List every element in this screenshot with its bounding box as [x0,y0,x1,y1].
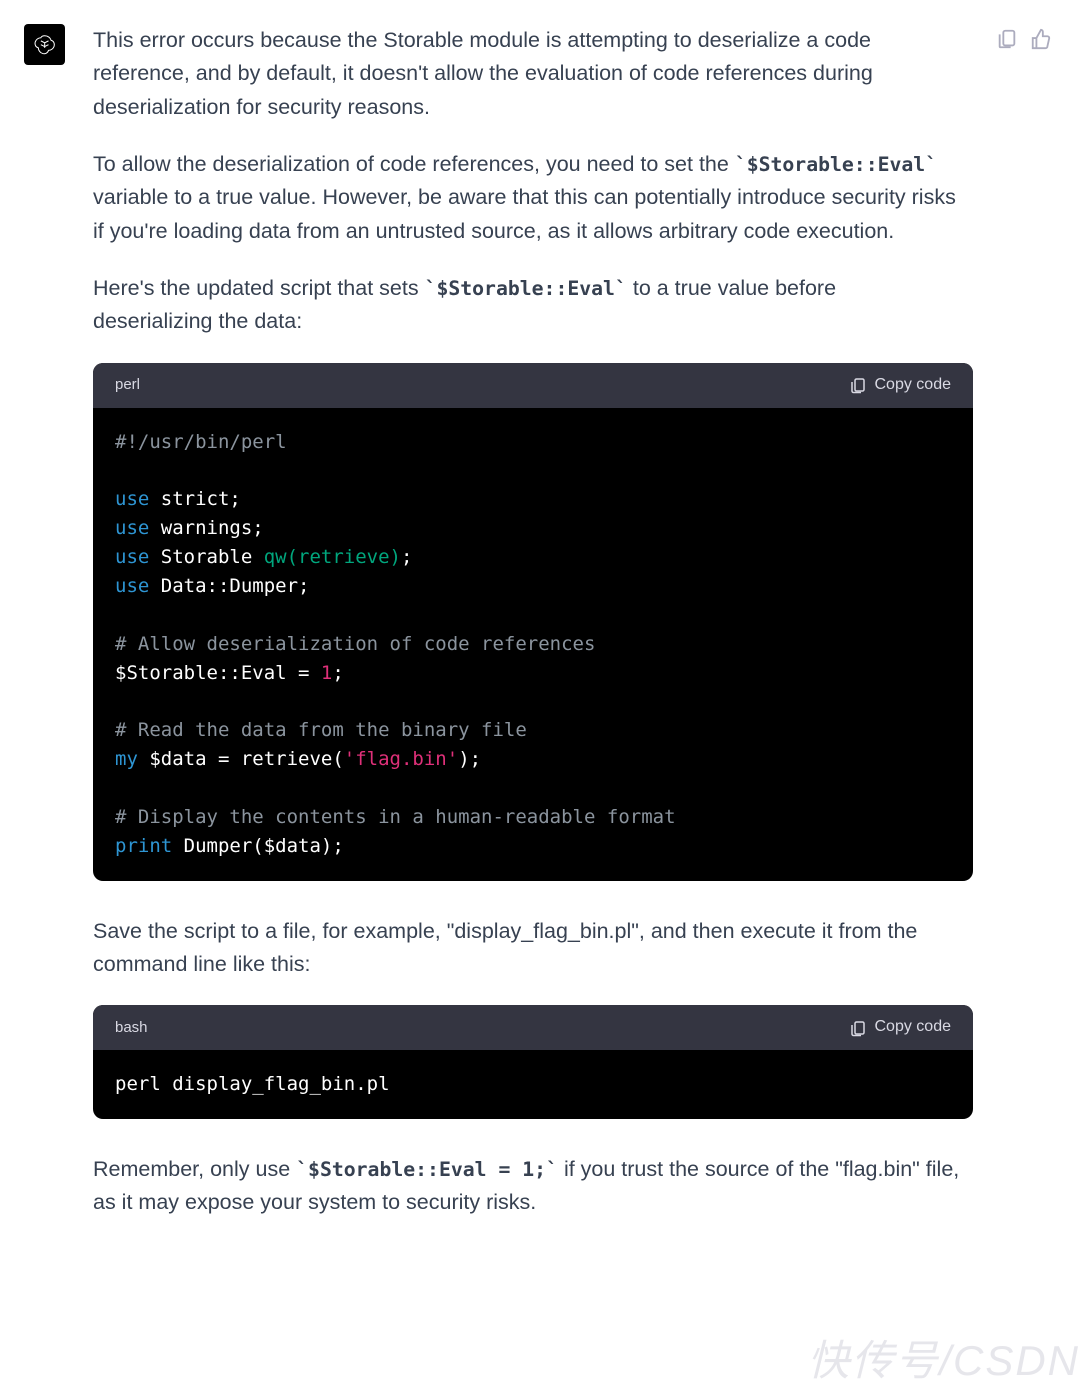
message-actions [996,28,1052,50]
watermark: 快传号/CSDN [807,1327,1080,1388]
copy-code-button[interactable]: Copy code [849,373,952,398]
clipboard-icon [849,376,867,394]
text-run: variable to a true value. However, be aw… [93,185,956,242]
paragraph: Save the script to a file, for example, … [93,915,960,982]
text-run: Remember, only use [93,1157,296,1181]
copy-code-label: Copy code [875,373,952,398]
text-run: To allow the deserialization of code ref… [93,152,735,176]
paragraph: To allow the deserialization of code ref… [93,148,960,248]
assistant-avatar [24,24,65,65]
code-block-perl: perl Copy code #!/usr/bin/perl use stric… [93,363,973,881]
paragraph: Here's the updated script that sets `$St… [93,272,960,339]
inline-code: `$Storable::Eval` [425,277,627,300]
thumbs-up-icon [1030,28,1052,50]
inline-code: `$Storable::Eval` [735,153,937,176]
text-run: Here's the updated script that sets [93,276,425,300]
assistant-message: This error occurs because the Storable m… [0,0,1080,1268]
code-block-header: bash Copy code [93,1005,973,1050]
message-content: This error occurs because the Storable m… [93,24,1080,1244]
thumbs-up-button[interactable] [1030,28,1052,50]
copy-code-button[interactable]: Copy code [849,1015,952,1040]
inline-code: `$Storable::Eval = 1;` [296,1158,558,1181]
clipboard-icon [849,1019,867,1037]
paragraph: This error occurs because the Storable m… [93,24,960,124]
copy-code-label: Copy code [875,1015,952,1040]
code-lang-label: bash [115,1016,148,1039]
assistant-logo-icon [32,32,58,58]
paragraph: Remember, only use `$Storable::Eval = 1;… [93,1153,960,1220]
code-block-header: perl Copy code [93,363,973,408]
code-lang-label: perl [115,373,140,396]
code-body[interactable]: #!/usr/bin/perl use strict; use warnings… [93,408,973,881]
copy-message-button[interactable] [996,28,1018,50]
code-block-bash: bash Copy code perl display_flag_bin.pl [93,1005,973,1119]
clipboard-icon [996,28,1018,50]
code-body[interactable]: perl display_flag_bin.pl [93,1050,973,1119]
